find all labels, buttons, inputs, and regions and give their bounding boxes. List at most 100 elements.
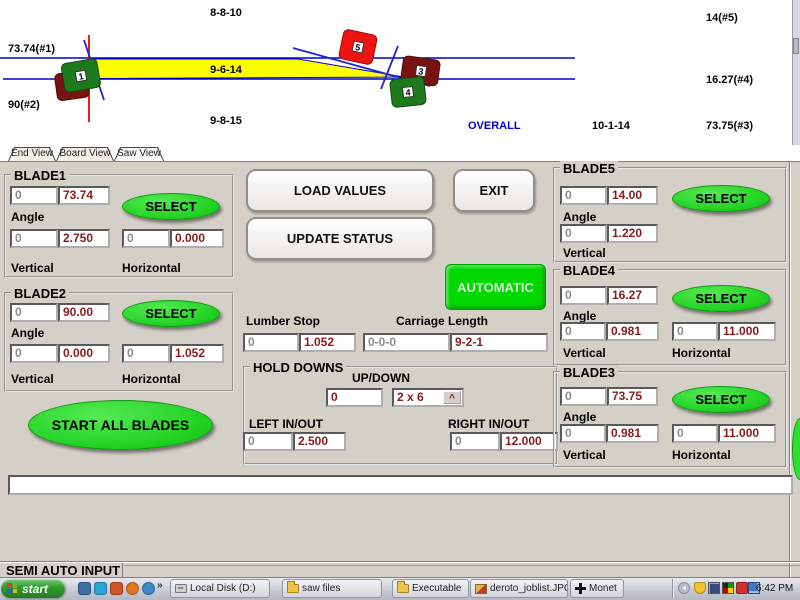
view-tabs: End View Board View Saw View [0,145,800,162]
blade3-angle-ref[interactable]: 0 [560,387,607,406]
blade2-vertical-value[interactable]: 0.000 [58,344,110,363]
lumber-stop-value[interactable]: 1.052 [299,333,356,352]
dim-right-bottom: 73.75(#3) [706,120,753,132]
quicklaunch-icon-5[interactable] [142,582,155,595]
left-inout-value[interactable]: 2.500 [293,432,346,451]
blade2-angle-value[interactable]: 90.00 [58,303,110,322]
blade2-select-button[interactable]: SELECT [122,300,220,327]
tab-saw-view-label: Saw View [114,148,164,159]
overall-value: 10-1-14 [592,120,630,132]
blade4-angle-label: Angle [563,309,596,323]
blade1-horizontal-ref[interactable]: 0 [122,229,170,248]
updown-caret-button[interactable]: ^ [443,391,461,404]
tab-saw-view[interactable]: Saw View [114,147,164,161]
right-inout-label: RIGHT IN/OUT [448,417,529,431]
blade5-vertical-ref[interactable]: 0 [560,224,607,243]
tab-end-view[interactable]: End View [8,147,56,161]
blade1-vertical-label: Vertical [11,261,54,275]
blade3-horizontal-label: Horizontal [672,448,731,462]
quicklaunch-icon-4[interactable] [126,582,139,595]
updown-size-dropdown[interactable]: 2 x 6 ^ [392,388,464,407]
blade3-horizontal-value[interactable]: 11.000 [718,424,776,443]
load-values-button[interactable]: LOAD VALUES [246,169,434,212]
right-inout-value[interactable]: 12.000 [500,432,558,451]
left-inout-ref[interactable]: 0 [243,432,293,451]
taskbar-button-saw-files[interactable]: saw files [282,579,382,598]
exit-button[interactable]: EXIT [453,169,535,212]
quicklaunch-icon-1[interactable] [78,582,91,595]
blade1-select-button[interactable]: SELECT [122,193,220,220]
right-inout-ref[interactable]: 0 [450,432,500,451]
carriage-length-label: Carriage Length [396,314,488,328]
blade2-vertical-ref[interactable]: 0 [10,344,58,363]
offscreen-select-button[interactable] [792,418,800,480]
blade4-horizontal-value[interactable]: 11.000 [718,322,776,341]
tab-board-view-label: Board View [56,148,114,159]
taskbar-button-monet[interactable]: Monet [570,579,624,598]
blade1-vertical-value[interactable]: 2.750 [58,229,110,248]
overall-label: OVERALL [468,120,521,132]
status-quad-icon[interactable] [722,582,734,594]
security-shield-icon[interactable] [694,582,706,594]
saw-control-screen: 2 1 5 3 4 8-8-10 73 [0,0,800,600]
blade5-angle-value[interactable]: 14.00 [607,186,658,205]
blade3-angle-value[interactable]: 73.75 [607,387,658,406]
taskbar-button-executable[interactable]: Executable [392,579,469,598]
tab-board-view[interactable]: Board View [56,147,114,161]
blade5-vertical-value[interactable]: 1.220 [607,224,658,243]
blade4-marker-number: 4 [405,87,411,97]
blade1-vertical-ref[interactable]: 0 [10,229,58,248]
taskbar-button-local-disk[interactable]: Local Disk (D:) [170,579,270,598]
blade4-vertical-ref[interactable]: 0 [560,322,606,341]
update-status-button[interactable]: UPDATE STATUS [246,217,434,260]
blade1-horizontal-value[interactable]: 0.000 [170,229,224,248]
quicklaunch-icon-2[interactable] [94,582,107,595]
quicklaunch-overflow-chevron[interactable]: » [157,580,163,591]
blade4-angle-value[interactable]: 16.27 [607,286,658,305]
blade3-select-button[interactable]: SELECT [672,386,770,413]
start-button[interactable]: start [1,579,65,598]
display-icon[interactable] [708,582,720,594]
blade4-select-button[interactable]: SELECT [672,285,770,312]
blade2-vertical-label: Vertical [11,372,54,386]
blade3-vertical-ref[interactable]: 0 [560,424,606,443]
blade1-title: BLADE1 [11,168,69,183]
lumber-stop-ref[interactable]: 0 [243,333,299,352]
blade4-horizontal-ref[interactable]: 0 [672,322,718,341]
panel-right-divider [789,162,791,577]
blade3-vertical-value[interactable]: 0.981 [606,424,659,443]
automatic-button[interactable]: AUTOMATIC [445,264,546,310]
blade4-vertical-value[interactable]: 0.981 [606,322,659,341]
updown-label: UP/DOWN [352,371,410,385]
quicklaunch-icon-3[interactable] [110,582,123,595]
blade1-angle-value[interactable]: 73.74 [58,186,110,205]
blade2-horizontal-value[interactable]: 1.052 [170,344,224,363]
message-strip[interactable] [8,475,793,495]
blade3-horizontal-ref[interactable]: 0 [672,424,718,443]
taskbar-button-label: Local Disk (D:) [190,583,256,594]
blade4-horizontal-label: Horizontal [672,346,731,360]
blade1-angle-ref[interactable]: 0 [10,186,58,205]
dim-bottom: 9-8-15 [196,115,256,127]
taskbar-button-deroto-joblist[interactable]: deroto_joblist.JPG - P... [470,579,568,598]
dim-top: 8-8-10 [196,7,256,19]
board-drawing: 2 1 5 3 4 [0,0,800,145]
tab-end-view-label: End View [8,148,56,159]
blade2-title: BLADE2 [11,286,69,301]
blade2-horizontal-ref[interactable]: 0 [122,344,170,363]
blade5-select-button[interactable]: SELECT [672,185,770,212]
tray-hide-icons-chevron[interactable] [678,582,690,594]
blade5-angle-ref[interactable]: 0 [560,186,607,205]
blade4-title: BLADE4 [560,263,618,278]
start-all-blades-button[interactable]: START ALL BLADES [28,400,213,450]
updown-value-field[interactable]: 0 [326,388,383,407]
mode-tab[interactable]: SEMI AUTO INPUT [1,563,123,578]
carriage-length-value[interactable]: 9-2-1 [450,333,548,352]
blade2-angle-ref[interactable]: 0 [10,303,58,322]
diagram-scrollbar-thumb[interactable] [793,38,799,54]
diagram-scrollbar[interactable] [792,0,800,145]
blade4-angle-ref[interactable]: 0 [560,286,607,305]
carriage-length-ref[interactable]: 0-0-0 [363,333,450,352]
saw-view-diagram: 2 1 5 3 4 8-8-10 73 [0,0,800,145]
alert-icon[interactable] [736,582,748,594]
